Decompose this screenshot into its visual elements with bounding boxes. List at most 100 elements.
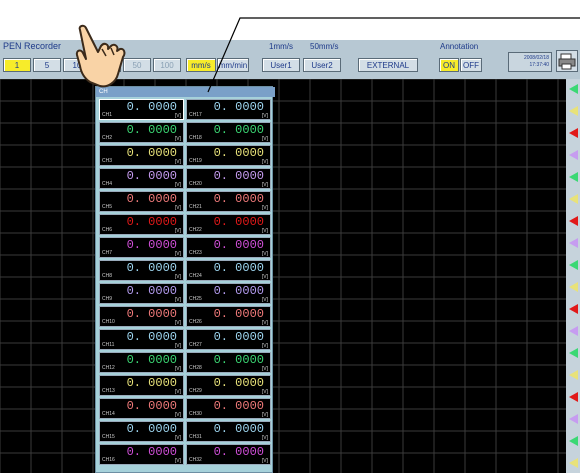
channel-value: 0. 0000 bbox=[213, 192, 264, 206]
channel-value: 0. 0000 bbox=[213, 238, 264, 252]
channel-marker bbox=[569, 216, 578, 226]
channel-name: CH24 bbox=[189, 273, 202, 279]
channel-name: CH22 bbox=[189, 227, 202, 233]
channel-name: CH11 bbox=[102, 342, 115, 348]
channel-name: CH7 bbox=[102, 250, 113, 256]
channel-unit: [V] bbox=[174, 320, 181, 326]
channel-cell-ch6[interactable]: 0. 0000 CH6 [V] bbox=[99, 214, 184, 235]
channel-cell-ch2[interactable]: 0. 0000 CH2 [V] bbox=[99, 122, 184, 143]
channel-name: CH4 bbox=[102, 181, 113, 187]
channel-name: CH25 bbox=[189, 296, 202, 302]
channel-value: 0. 0000 bbox=[213, 399, 264, 413]
channel-name: CH28 bbox=[189, 365, 202, 371]
chart-grid bbox=[0, 79, 566, 473]
channel-marker bbox=[569, 282, 578, 292]
channel-cell-ch24[interactable]: 0. 0000 CH24 [V] bbox=[186, 260, 271, 281]
channel-marker bbox=[569, 238, 578, 248]
channel-value: 0. 0000 bbox=[126, 307, 177, 321]
channel-value: 0. 0000 bbox=[126, 445, 177, 459]
channel-value: 0. 0000 bbox=[126, 215, 177, 229]
channel-cell-ch20[interactable]: 0. 0000 CH20 [V] bbox=[186, 168, 271, 189]
channel-unit: [V] bbox=[174, 366, 181, 372]
channel-value: 0. 0000 bbox=[126, 238, 177, 252]
channel-value: 0. 0000 bbox=[126, 422, 177, 436]
channel-value: 0. 0000 bbox=[213, 284, 264, 298]
channel-value: 0. 0000 bbox=[126, 123, 177, 137]
channel-unit: [V] bbox=[261, 159, 268, 165]
channel-cell-ch22[interactable]: 0. 0000 CH22 [V] bbox=[186, 214, 271, 235]
channel-unit: [V] bbox=[261, 251, 268, 257]
channel-cell-ch30[interactable]: 0. 0000 CH30 [V] bbox=[186, 398, 271, 419]
channel-cell-ch29[interactable]: 0. 0000 CH29 [V] bbox=[186, 375, 271, 396]
channel-unit: [V] bbox=[174, 136, 181, 142]
channel-cell-ch15[interactable]: 0. 0000 CH15 [V] bbox=[99, 421, 184, 442]
channel-cell-ch21[interactable]: 0. 0000 CH21 [V] bbox=[186, 191, 271, 212]
channel-unit: [V] bbox=[174, 435, 181, 441]
channel-name: CH20 bbox=[189, 181, 202, 187]
channel-unit: [V] bbox=[261, 343, 268, 349]
channel-cell-ch28[interactable]: 0. 0000 CH28 [V] bbox=[186, 352, 271, 373]
channel-value: 0. 0000 bbox=[126, 169, 177, 183]
channel-cell-ch12[interactable]: 0. 0000 CH12 [V] bbox=[99, 352, 184, 373]
channel-value-panel: CH 0. 0000 CH1 [V] 0. 0000 CH17 [V] 0. 0000 CH2… bbox=[95, 86, 275, 473]
channel-marker bbox=[569, 370, 578, 380]
channel-cell-ch31[interactable]: 0. 0000 CH31 [V] bbox=[186, 421, 271, 442]
channel-markers bbox=[569, 84, 578, 468]
chart-area[interactable] bbox=[0, 79, 566, 473]
channel-name: CH12 bbox=[102, 365, 115, 371]
channel-marker bbox=[569, 150, 578, 160]
channel-cell-ch9[interactable]: 0. 0000 CH9 [V] bbox=[99, 283, 184, 304]
channel-value: 0. 0000 bbox=[126, 399, 177, 413]
channel-cell-ch19[interactable]: 0. 0000 CH19 [V] bbox=[186, 145, 271, 166]
channel-name: CH29 bbox=[189, 388, 202, 394]
channel-marker bbox=[569, 414, 578, 424]
channel-cell-ch16[interactable]: 0. 0000 CH16 [V] bbox=[99, 444, 184, 465]
channel-value: 0. 0000 bbox=[126, 330, 177, 344]
channel-unit: [V] bbox=[174, 182, 181, 188]
channel-cell-ch7[interactable]: 0. 0000 CH7 [V] bbox=[99, 237, 184, 258]
channel-value: 0. 0000 bbox=[213, 376, 264, 390]
channel-unit: [V] bbox=[174, 159, 181, 165]
channel-cell-ch4[interactable]: 0. 0000 CH4 [V] bbox=[99, 168, 184, 189]
channel-marker bbox=[569, 304, 578, 314]
channel-cell-ch11[interactable]: 0. 0000 CH11 [V] bbox=[99, 329, 184, 350]
channel-cell-ch3[interactable]: 0. 0000 CH3 [V] bbox=[99, 145, 184, 166]
channel-cell-ch23[interactable]: 0. 0000 CH23 [V] bbox=[186, 237, 271, 258]
channel-unit: [V] bbox=[174, 412, 181, 418]
channel-cell-ch13[interactable]: 0. 0000 CH13 [V] bbox=[99, 375, 184, 396]
channel-unit: [V] bbox=[174, 251, 181, 257]
channel-name: CH32 bbox=[189, 457, 202, 463]
channel-unit: [V] bbox=[261, 389, 268, 395]
channel-name: CH15 bbox=[102, 434, 115, 440]
channel-name: CH10 bbox=[102, 319, 115, 325]
channel-name: CH21 bbox=[189, 204, 202, 210]
channel-cell-ch27[interactable]: 0. 0000 CH27 [V] bbox=[186, 329, 271, 350]
channel-value: 0. 0000 bbox=[213, 261, 264, 275]
channel-cell-ch32[interactable]: 0. 0000 CH32 [V] bbox=[186, 444, 271, 465]
channel-name: CH8 bbox=[102, 273, 113, 279]
channel-cell-ch18[interactable]: 0. 0000 CH18 [V] bbox=[186, 122, 271, 143]
marker-strip bbox=[566, 79, 580, 473]
channel-marker bbox=[569, 436, 578, 446]
channel-unit: [V] bbox=[174, 389, 181, 395]
channel-name: CH23 bbox=[189, 250, 202, 256]
channel-unit: [V] bbox=[174, 458, 181, 464]
channel-value: 0. 0000 bbox=[126, 261, 177, 275]
channel-unit: [V] bbox=[261, 182, 268, 188]
channel-cell-ch10[interactable]: 0. 0000 CH10 [V] bbox=[99, 306, 184, 327]
channel-name: CH2 bbox=[102, 135, 113, 141]
channel-unit: [V] bbox=[174, 297, 181, 303]
channel-cell-ch26[interactable]: 0. 0000 CH26 [V] bbox=[186, 306, 271, 327]
channel-value: 0. 0000 bbox=[126, 376, 177, 390]
channel-cell-ch8[interactable]: 0. 0000 CH8 [V] bbox=[99, 260, 184, 281]
channel-name: CH5 bbox=[102, 204, 113, 210]
pointing-hand-icon bbox=[75, 24, 126, 88]
channel-name: CH31 bbox=[189, 434, 202, 440]
channel-cell-ch14[interactable]: 0. 0000 CH14 [V] bbox=[99, 398, 184, 419]
channel-marker bbox=[569, 172, 578, 182]
channel-cell-ch25[interactable]: 0. 0000 CH25 [V] bbox=[186, 283, 271, 304]
channel-value: 0. 0000 bbox=[213, 215, 264, 229]
channel-unit: [V] bbox=[261, 136, 268, 142]
channel-cell-ch5[interactable]: 0. 0000 CH5 [V] bbox=[99, 191, 184, 212]
channel-value: 0. 0000 bbox=[126, 284, 177, 298]
